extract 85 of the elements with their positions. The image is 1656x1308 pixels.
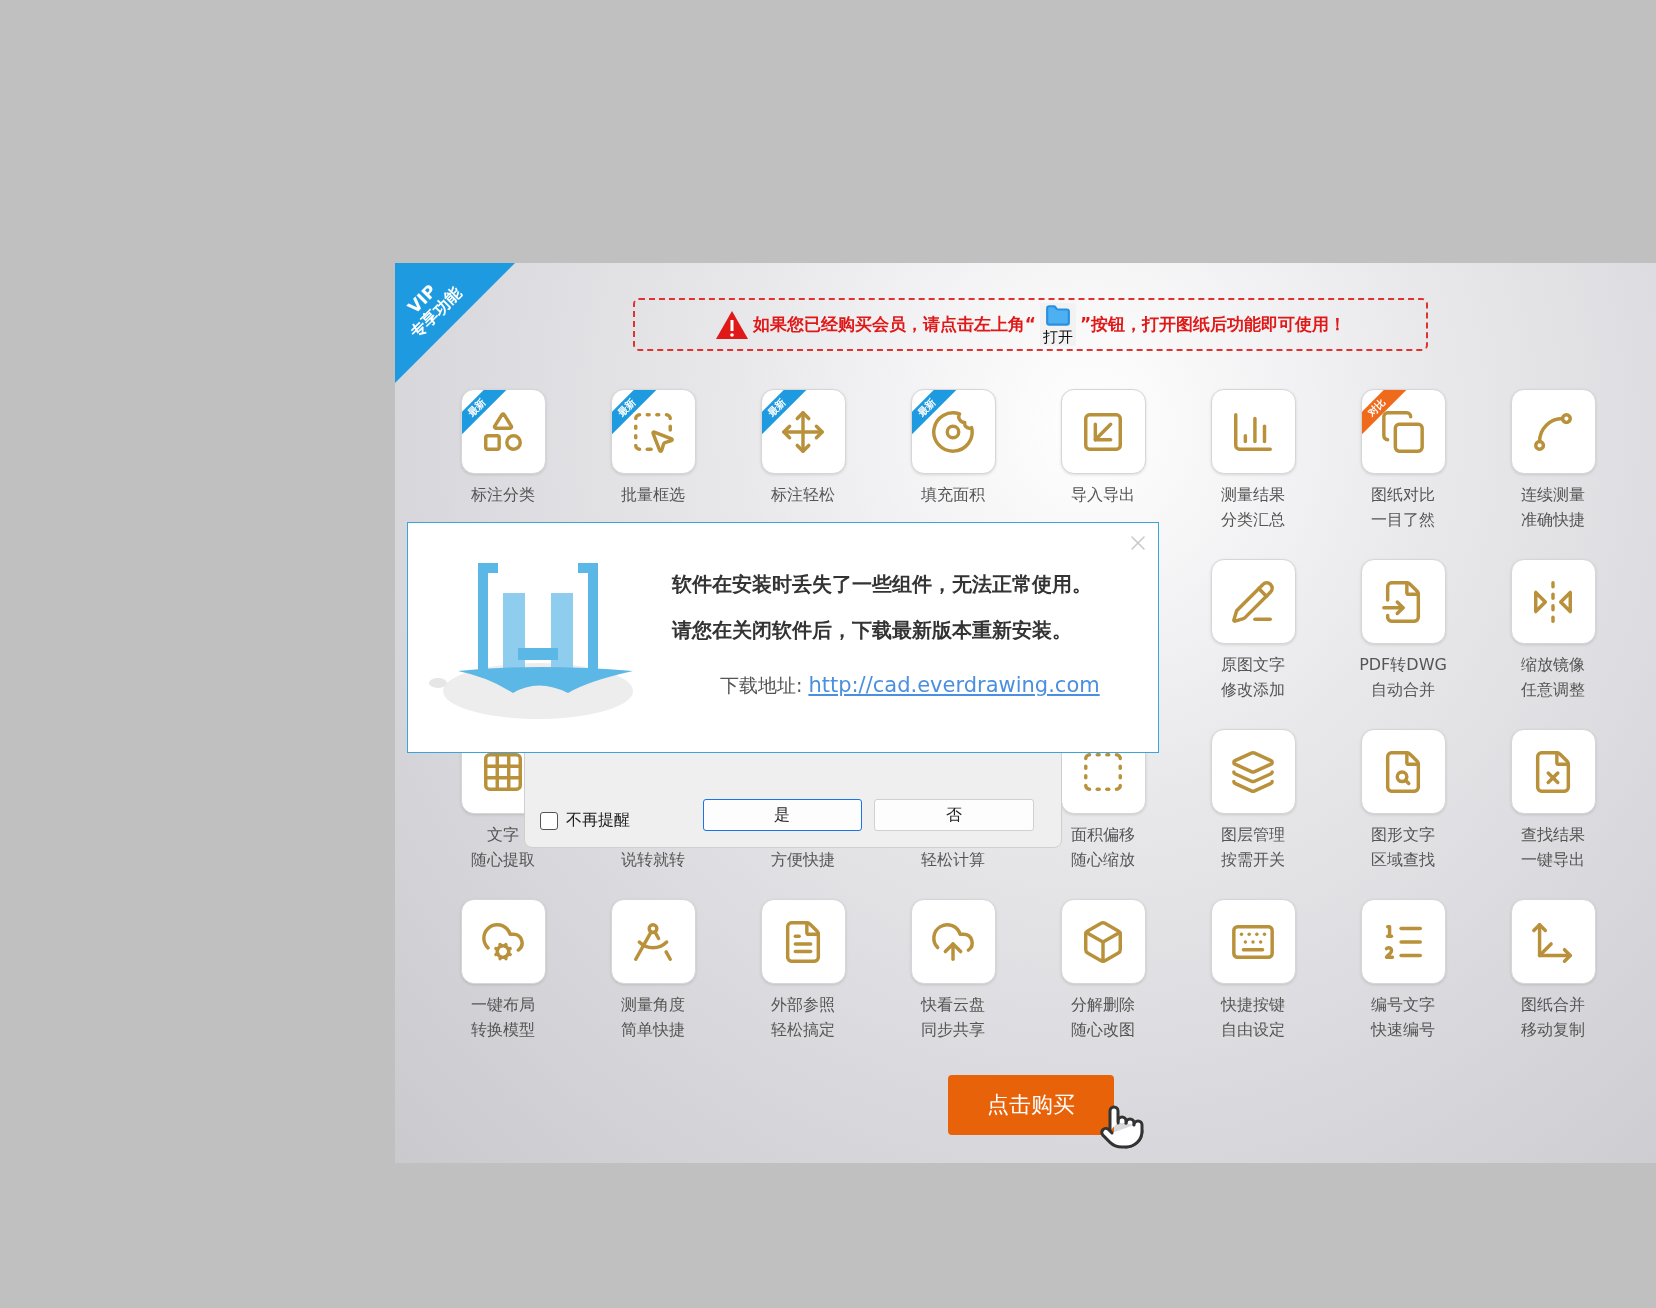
feature-label: 按需开关 [1221,850,1285,871]
feature-label: 分类汇总 [1221,510,1285,531]
feature-label: 查找结果 [1521,825,1585,846]
feature-label: 测量结果 [1221,485,1285,506]
feature-label: 同步共享 [921,1020,985,1041]
feature-tile[interactable] [1510,389,1596,474]
feature-label: 分解删除 [1071,995,1135,1016]
feature-label: 随心缩放 [1071,850,1135,871]
feature-tile[interactable]: 最新 [910,389,996,474]
feature-label: 轻松计算 [921,850,985,871]
feature-label: 随心改图 [1071,1020,1135,1041]
feature-label: 区域查找 [1371,850,1435,871]
error-message: 请您在关闭软件后，下载最新版本重新安装。 [672,617,1073,644]
feature-label: 移动复制 [1521,1020,1585,1041]
notice-text: ”按钮，打开图纸后功能即可使用！ [1080,313,1347,336]
feature-tile[interactable] [1510,729,1596,814]
feature-label: 一目了然 [1371,510,1435,531]
checkbox[interactable] [540,811,558,830]
feature-tile[interactable] [1510,899,1596,984]
feature-label: 原图文字 [1221,655,1285,676]
feature-tile[interactable] [1360,729,1446,814]
feature-label: 说转就转 [621,850,685,871]
feature-label: 编号文字 [1371,995,1435,1016]
feature-label: 标注分类 [471,485,535,506]
feature-label: 连续测量 [1521,485,1585,506]
feature-label: 一键导出 [1521,850,1585,871]
feature-tile[interactable] [1060,899,1146,984]
feature-label: 图纸合并 [1521,995,1585,1016]
feature-tile[interactable] [1210,899,1296,984]
feature-tile[interactable] [910,899,996,984]
feature-label: 快速编号 [1371,1020,1435,1041]
feature-tile[interactable]: 最新 [760,389,846,474]
feature-tile[interactable]: 最新 [610,389,696,474]
feature-label: 文字 [487,825,519,846]
feature-tile[interactable] [460,899,546,984]
notice-text: 如果您已经购买会员，请点击左上角“ [752,313,1036,336]
feature-label: 图形文字 [1371,825,1435,846]
warning-icon [714,309,749,340]
dialog-button[interactable]: 否 [874,799,1034,831]
feature-label: 标注轻松 [771,485,835,506]
feature-label: 外部参照 [771,995,835,1016]
error-message: 软件在安装时丢失了一些组件，无法正常使用。 [672,571,1093,598]
feature-tile[interactable] [1210,389,1296,474]
feature-label: 图纸对比 [1371,485,1435,506]
feature-label: 快捷按键 [1221,995,1285,1016]
download-link[interactable]: http://cad.everdrawing.com [808,673,1100,697]
feature-tile[interactable]: 最新 [460,389,546,474]
feature-label: 填充面积 [921,485,985,506]
copy-icon [1380,408,1426,455]
feature-label: 随心提取 [471,850,535,871]
feature-tile[interactable] [1360,559,1446,644]
feature-label: 轻松搞定 [771,1020,835,1041]
feature-label: 自由设定 [1221,1020,1285,1041]
feature-tile[interactable] [610,899,696,984]
checkbox-label: 不再提醒 [566,810,630,831]
layers-icon [1230,748,1276,795]
feature-label: 测量角度 [621,995,685,1016]
feature-tile[interactable] [1510,559,1596,644]
download-label: 下载地址: [720,673,803,698]
feature-label: 面积偏移 [1071,825,1135,846]
feature-label: 简单快捷 [621,1020,685,1041]
feature-tile[interactable] [1210,559,1296,644]
feature-label: 任意调整 [1521,680,1585,701]
feature-tile[interactable] [1060,389,1146,474]
feature-label: 一键布局 [471,995,535,1016]
feature-label: 自动合并 [1371,680,1435,701]
feature-label: 导入导出 [1071,485,1135,506]
feature-label: 快看云盘 [921,995,985,1016]
feature-tile[interactable] [760,899,846,984]
feature-label: 转换模型 [471,1020,535,1041]
feature-label: 方便快捷 [771,850,835,871]
open-label: 打开 [1043,329,1073,346]
feature-label: PDF转DWG [1359,655,1447,676]
feature-label: 缩放镜像 [1521,655,1585,676]
feature-tile[interactable] [1360,899,1446,984]
dialog-button[interactable]: 是 [702,799,863,831]
feature-label: 图层管理 [1221,825,1285,846]
feature-label: 准确快捷 [1521,510,1585,531]
buy-button[interactable]: 点击购买 [947,1075,1114,1135]
pencil-icon [1230,578,1276,625]
hand-cursor-icon [1097,1103,1146,1151]
feature-label: 修改添加 [1221,680,1285,701]
feature-label: 批量框选 [621,485,685,506]
feature-tile[interactable]: 对比 [1360,389,1446,474]
feature-tile[interactable] [1210,729,1296,814]
